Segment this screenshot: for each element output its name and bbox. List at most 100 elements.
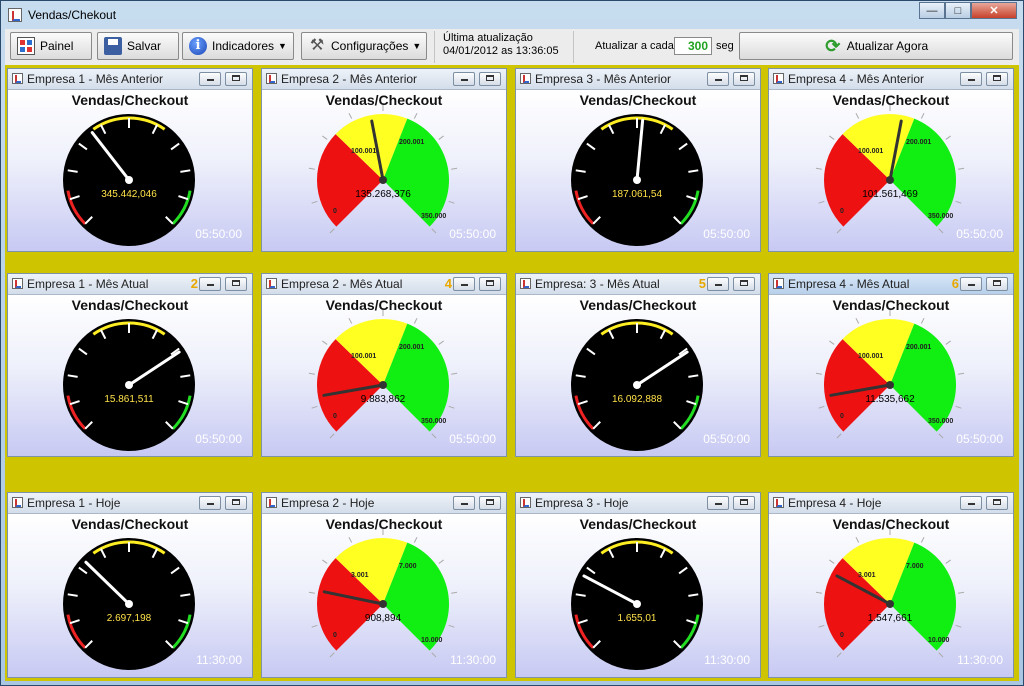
gauge-tick <box>448 405 455 409</box>
gauge-tick <box>438 340 444 345</box>
gauge-tick <box>413 112 418 119</box>
panel-title: Empresa 2 - Mês Anterior <box>281 72 418 86</box>
gauge-tick <box>938 228 944 234</box>
panel-maximize-button[interactable] <box>225 496 247 510</box>
save-button[interactable]: Salvar <box>97 32 179 60</box>
gauge-panel[interactable]: Empresa 1 - Hoje Vendas/Checkout 2.697,198… <box>7 492 253 678</box>
panel-header[interactable]: Empresa 4 - Mês Atual 6 <box>769 274 1013 294</box>
panel-minimize-button[interactable] <box>707 277 729 291</box>
panel-maximize-button[interactable] <box>986 277 1008 291</box>
gauge-scale-label: 200.001 <box>906 139 931 146</box>
panel-minimize-button[interactable] <box>199 496 221 510</box>
gauge-panel[interactable]: Empresa 2 - Mês Atual 4 Vendas/Checkout 0 10… <box>261 273 507 457</box>
gauge-tick <box>958 167 965 170</box>
maximize-button[interactable]: □ <box>945 2 971 19</box>
gauge-scale-label: 200.001 <box>399 344 424 351</box>
panel-header[interactable]: Empresa 1 - Mês Atual 2 <box>8 274 252 294</box>
panel-minimize-button[interactable] <box>707 72 729 86</box>
panel-header[interactable]: Empresa: 3 - Mês Atual 5 <box>516 274 760 294</box>
panel-minimize-button[interactable] <box>960 496 982 510</box>
gauge-panel[interactable]: Empresa 1 - Mês Atual 2 Vendas/Checkout 15.… <box>7 273 253 457</box>
window-controls: — □ ✕ <box>919 2 1017 20</box>
panel-maximize-button[interactable] <box>225 72 247 86</box>
floppy-disk-icon <box>104 37 122 55</box>
gauge-tick <box>829 559 835 564</box>
minimize-button[interactable]: — <box>919 2 945 19</box>
panel-header[interactable]: Empresa 2 - Hoje <box>262 493 506 513</box>
gauge-panel[interactable]: Empresa 3 - Mês Anterior Vendas/Checkout 1… <box>515 68 761 252</box>
interval-input[interactable]: 300 <box>674 37 712 55</box>
gauge-panel[interactable]: Empresa: 3 - Mês Atual 5 Vendas/Checkout 16… <box>515 273 761 457</box>
update-now-button[interactable]: ⟳ Atualizar Agora <box>739 32 1013 60</box>
close-button[interactable]: ✕ <box>971 2 1017 19</box>
wrench-icon: ⚒ <box>309 37 325 54</box>
panel-header[interactable]: Empresa 4 - Hoje <box>769 493 1013 513</box>
gauge-tick <box>322 135 328 140</box>
gauge-scale-label: 350.000 <box>928 418 953 425</box>
gauge-tick <box>322 559 328 564</box>
panel-maximize-button[interactable] <box>225 277 247 291</box>
panel-maximize-button[interactable] <box>479 277 501 291</box>
app-window: Vendas/Chekout — □ ✕ Painel Salvar i Ind… <box>0 0 1024 686</box>
panel-header[interactable]: Empresa 1 - Mês Anterior <box>8 69 252 89</box>
panel-app-icon <box>12 278 23 289</box>
panel-minimize-button[interactable] <box>199 72 221 86</box>
panel-maximize-button[interactable] <box>733 72 755 86</box>
panel-minimize-button[interactable] <box>960 277 982 291</box>
configuracoes-dropdown[interactable]: ⚒ Configurações ▼ <box>301 32 427 60</box>
gauge-tick <box>818 200 825 204</box>
panel-body: Vendas/Checkout 1.655,01 11:30:00 <box>516 513 760 677</box>
panel-maximize-button[interactable] <box>479 496 501 510</box>
time-label: 05:50:00 <box>195 227 242 241</box>
panel-maximize-button[interactable] <box>733 496 755 510</box>
panel-minimize-button[interactable] <box>199 277 221 291</box>
gauge-panel[interactable]: Empresa 2 - Hoje Vendas/Checkout 0 3.001 7.0… <box>261 492 507 678</box>
gauge-value: 11.535,662 <box>865 394 915 405</box>
panel-maximize-button[interactable] <box>479 72 501 86</box>
panel-title: Empresa 2 - Mês Atual <box>281 277 403 291</box>
panel-header[interactable]: Empresa 3 - Hoje <box>516 493 760 513</box>
panel-app-icon <box>520 73 531 84</box>
panel-minimize-button[interactable] <box>707 496 729 510</box>
gauge-panel[interactable]: Empresa 4 - Mês Anterior Vendas/Checkout 0… <box>768 68 1014 252</box>
time-label: 05:50:00 <box>703 227 750 241</box>
painel-button[interactable]: Painel <box>10 32 92 60</box>
gauge-tick <box>413 317 418 324</box>
panel-maximize-button[interactable] <box>986 496 1008 510</box>
time-label: 11:30:00 <box>704 653 750 667</box>
panel-body: Vendas/Checkout 0 100.001 200.001 350.000 101… <box>769 89 1013 251</box>
panel-body: Vendas/Checkout 0 100.001 200.001 350.000 135… <box>262 89 506 251</box>
configuracoes-label: Configurações <box>331 39 409 53</box>
gauge-scale-label: 7.000 <box>906 563 924 570</box>
gauge-tick <box>815 591 822 594</box>
panel-body: Vendas/Checkout 345.442,046 05:50:00 <box>8 89 252 251</box>
panel-title: Empresa 1 - Mês Anterior <box>27 72 164 86</box>
gauge-scale-label: 350.000 <box>421 418 446 425</box>
panel-minimize-button[interactable] <box>453 496 475 510</box>
panel-maximize-button[interactable] <box>733 277 755 291</box>
panel-header[interactable]: Empresa 1 - Hoje <box>8 493 252 513</box>
panel-header[interactable]: Empresa 2 - Mês Atual 4 <box>262 274 506 294</box>
panel-minimize-button[interactable] <box>960 72 982 86</box>
gauge-panel[interactable]: Empresa 4 - Mês Atual 6 Vendas/Checkout 0 10… <box>768 273 1014 457</box>
time-label: 11:30:00 <box>450 653 496 667</box>
panel-maximize-button[interactable] <box>986 72 1008 86</box>
title-bar[interactable]: Vendas/Chekout — □ ✕ <box>1 1 1023 29</box>
gauge-panel[interactable]: Empresa 3 - Hoje Vendas/Checkout 1.655,01 1… <box>515 492 761 678</box>
indicadores-dropdown[interactable]: i Indicadores ▼ <box>182 32 294 60</box>
gauge-hub <box>125 381 133 389</box>
time-label: 05:50:00 <box>956 227 1003 241</box>
panel-header[interactable]: Empresa 3 - Mês Anterior <box>516 69 760 89</box>
panel-header[interactable]: Empresa 2 - Mês Anterior <box>262 69 506 89</box>
time-label: 05:50:00 <box>449 227 496 241</box>
gauge-tick <box>818 624 825 628</box>
panel-header[interactable]: Empresa 4 - Mês Anterior <box>769 69 1013 89</box>
panel-minimize-button[interactable] <box>453 72 475 86</box>
gauge-value: 9.883,862 <box>361 394 406 405</box>
gauge-panel[interactable]: Empresa 2 - Mês Anterior Vendas/Checkout 0… <box>261 68 507 252</box>
gauge-panel[interactable]: Empresa 1 - Mês Anterior Vendas/Checkout 3… <box>7 68 253 252</box>
painel-label: Painel <box>40 39 74 53</box>
gauge-panel[interactable]: Empresa 4 - Hoje Vendas/Checkout 0 3.001 7.0… <box>768 492 1014 678</box>
panel-minimize-button[interactable] <box>453 277 475 291</box>
gauge-tick <box>815 167 822 170</box>
